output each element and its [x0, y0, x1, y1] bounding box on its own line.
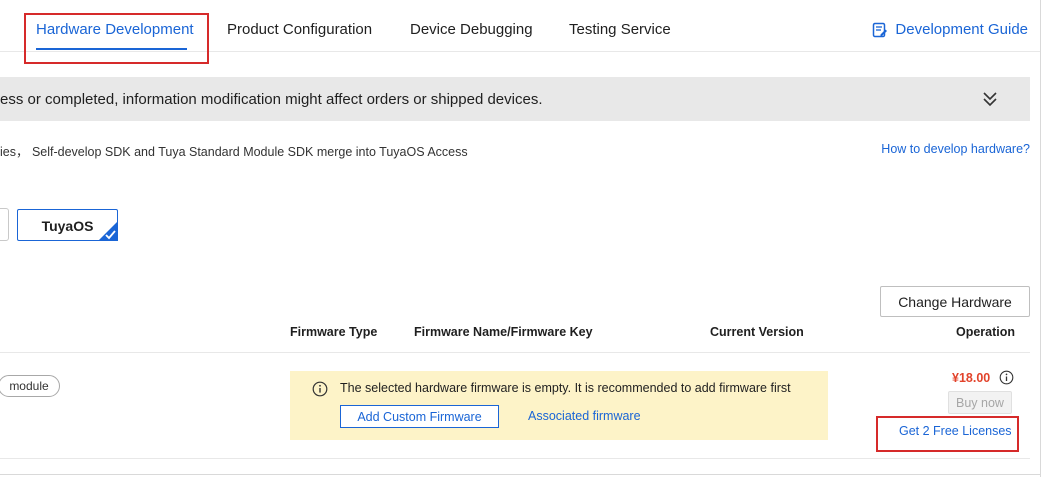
notice-bar: ess or completed, information modificati…: [0, 77, 1030, 121]
column-header-current-version: Current Version: [710, 325, 804, 339]
table-row-divider: [0, 458, 1030, 459]
checkmark-icon: [98, 221, 118, 241]
price-info-icon[interactable]: [999, 370, 1014, 385]
buy-now-button[interactable]: Buy now: [948, 391, 1012, 414]
access-info-text: ies， Self-develop SDK and Tuya Standard …: [0, 145, 468, 159]
tab-highlight-box: [24, 13, 209, 64]
add-custom-firmware-button[interactable]: Add Custom Firmware: [340, 405, 499, 428]
column-header-firmware-name: Firmware Name/Firmware Key: [414, 325, 593, 339]
table-header-divider: [0, 352, 1030, 353]
panel-right-border: [1040, 0, 1041, 477]
licenses-highlight-box: [876, 416, 1019, 452]
license-price: ¥18.00: [952, 371, 991, 385]
development-guide-link[interactable]: Development Guide: [872, 21, 1028, 38]
associated-firmware-link[interactable]: Associated firmware: [528, 409, 641, 423]
guide-doc-icon: [873, 22, 888, 37]
column-header-firmware-type: Firmware Type: [290, 325, 378, 339]
firmware-empty-panel: The selected hardware firmware is empty.…: [290, 371, 828, 440]
notice-text: ess or completed, information modificati…: [0, 91, 543, 108]
info-icon: [312, 381, 328, 397]
change-hardware-button[interactable]: Change Hardware: [880, 286, 1030, 317]
os-option-card[interactable]: [0, 208, 9, 241]
tab-product-configuration[interactable]: Product Configuration: [227, 21, 372, 38]
tab-testing-service[interactable]: Testing Service: [569, 21, 671, 38]
column-header-operation: Operation: [956, 325, 1016, 339]
double-chevron-down-icon[interactable]: [981, 90, 999, 108]
module-tag: module: [0, 375, 60, 397]
how-to-develop-link[interactable]: How to develop hardware?: [881, 142, 1030, 156]
firmware-empty-message: The selected hardware firmware is empty.…: [340, 381, 791, 395]
os-option-tuyaos[interactable]: TuyaOS: [17, 209, 118, 241]
panel-bottom-border: [0, 474, 1041, 475]
tab-device-debugging[interactable]: Device Debugging: [410, 21, 533, 38]
development-guide-label: Development Guide: [895, 21, 1028, 38]
hardware-development-page: Hardware Development Product Configurati…: [0, 0, 1043, 477]
